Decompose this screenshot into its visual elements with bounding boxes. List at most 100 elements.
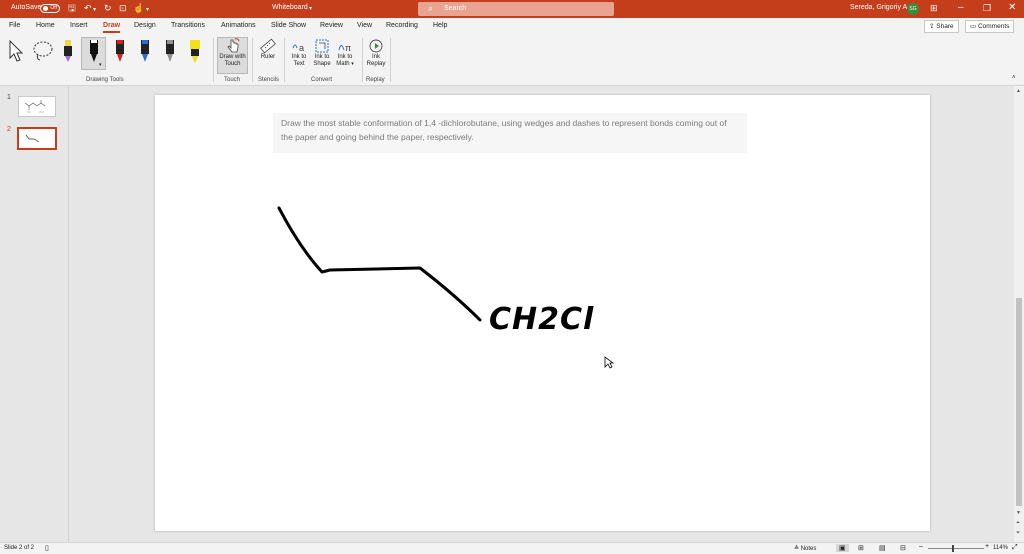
- group-convert-label: Convert: [311, 77, 333, 83]
- close-icon[interactable]: ✕: [1008, 2, 1016, 14]
- avatar[interactable]: SG: [907, 3, 919, 15]
- slideshow-icon[interactable]: ⊟: [900, 544, 906, 552]
- scroll-up-icon[interactable]: ▲: [1016, 88, 1021, 94]
- user-name[interactable]: Sereda, Grigoriy A: [850, 4, 907, 11]
- svg-text:π: π: [345, 43, 351, 53]
- zoom-level[interactable]: 114%: [993, 545, 1008, 551]
- undo-dropdown-icon[interactable]: ▾: [93, 5, 96, 16]
- search-box[interactable]: ⌕ Search: [418, 2, 614, 16]
- tab-insert[interactable]: Insert: [70, 22, 88, 29]
- ink-to-text-button[interactable]: a Ink to Text: [288, 38, 310, 68]
- scroll-down-icon[interactable]: ▼: [1016, 510, 1021, 516]
- autosave-toggle[interactable]: Off: [40, 4, 60, 13]
- ink-to-text-icon: a: [292, 43, 304, 53]
- notes-icon: ≜: [794, 546, 801, 552]
- ink-replay-button[interactable]: Ink Replay: [365, 38, 387, 68]
- ribbon-display-icon[interactable]: ⊞: [930, 2, 938, 14]
- group-separator: [362, 38, 363, 82]
- thumbnail-2-sketch: [25, 134, 40, 143]
- document-title[interactable]: Whiteboard: [272, 4, 308, 11]
- autosave-label: AutoSave: [11, 4, 42, 11]
- tab-view[interactable]: View: [357, 22, 372, 29]
- mouse-cursor-icon: [604, 356, 614, 369]
- ink-stroke-carbon-chain: [277, 206, 482, 322]
- tab-help[interactable]: Help: [433, 22, 447, 29]
- ink-to-shape-button[interactable]: Ink to Shape: [311, 38, 333, 68]
- group-drawing-tools-label: Drawing Tools: [86, 77, 124, 83]
- group-separator: [284, 38, 285, 82]
- menu-bar: File Home Insert Draw Design Transitions…: [0, 18, 1024, 35]
- tab-transitions[interactable]: Transitions: [171, 22, 205, 29]
- reading-view-icon[interactable]: ▤: [879, 544, 886, 552]
- zoom-out-icon[interactable]: –: [919, 543, 923, 550]
- notes-button[interactable]: ≜ Notes: [794, 545, 816, 552]
- ruler-button[interactable]: Ruler: [256, 38, 280, 61]
- tab-draw[interactable]: Draw: [103, 22, 121, 33]
- search-icon: ⌕: [428, 3, 434, 13]
- highlighter-yellow-icon[interactable]: [188, 38, 202, 64]
- vertical-scrollbar[interactable]: ▲ ▼ ⏶ ⏷: [1014, 86, 1024, 542]
- undo-icon[interactable]: ↶: [84, 3, 92, 14]
- touch-mode-icon[interactable]: ☝: [133, 3, 144, 14]
- zoom-in-icon[interactable]: +: [985, 543, 989, 550]
- slide-thumbnail-pane: 1 2: [0, 86, 69, 542]
- restore-icon[interactable]: ❐: [983, 2, 991, 14]
- group-replay-label: Replay: [366, 77, 385, 83]
- customize-toolbar-icon[interactable]: ▾: [146, 5, 149, 16]
- lasso-select-icon[interactable]: [32, 40, 54, 62]
- ink-to-math-button[interactable]: π Ink to Math ▾: [334, 38, 356, 68]
- pen-options-chevron-down-icon[interactable]: ▾: [99, 62, 102, 68]
- save-icon[interactable]: 🖫: [68, 3, 76, 14]
- ink-to-math-chevron-down-icon: ▾: [351, 61, 354, 67]
- collapse-ribbon-icon[interactable]: ˄: [1012, 75, 1016, 81]
- pen-red-icon[interactable]: [113, 38, 127, 64]
- ink-label-ch2cl: CH2Cl: [489, 302, 595, 337]
- thumbnail-1-sketch: [24, 100, 46, 113]
- tab-animations[interactable]: Animations: [221, 22, 256, 29]
- pen-black-icon[interactable]: [87, 38, 101, 64]
- normal-view-icon[interactable]: ▣: [836, 544, 849, 552]
- slide-sorter-icon[interactable]: ⊞: [858, 544, 864, 552]
- svg-text:a: a: [299, 43, 304, 53]
- tab-recording[interactable]: Recording: [386, 22, 418, 29]
- thumbnail-number-selected: 2: [7, 126, 11, 133]
- slide-thumbnail-1[interactable]: [18, 96, 56, 117]
- tab-design[interactable]: Design: [134, 22, 156, 29]
- slide-counter: Slide 2 of 2: [4, 545, 35, 551]
- tab-home[interactable]: Home: [36, 22, 55, 29]
- zoom-slider-track[interactable]: [928, 548, 984, 549]
- zoom-slider-thumb[interactable]: [952, 545, 954, 552]
- pen-beige-icon[interactable]: [61, 38, 75, 64]
- tab-slide-show[interactable]: Slide Show: [271, 22, 306, 29]
- ribbon: ▾ Drawing Tools Draw with Touch Touch Ru…: [0, 35, 1024, 86]
- comments-button[interactable]: ▭ Comments: [965, 20, 1015, 33]
- previous-slide-icon[interactable]: ⏶: [1016, 520, 1020, 526]
- slide-thumbnail-2[interactable]: [17, 127, 57, 150]
- pen-blue-icon[interactable]: [138, 38, 152, 64]
- search-placeholder: Search: [444, 5, 467, 12]
- scrollbar-thumb[interactable]: [1016, 298, 1022, 506]
- ink-to-math-icon: π: [338, 43, 351, 53]
- ink-replay-icon: [369, 39, 383, 53]
- pencil-gray-icon[interactable]: [163, 38, 177, 64]
- tab-review[interactable]: Review: [320, 22, 343, 29]
- tab-file[interactable]: File: [9, 22, 20, 29]
- group-stencils-label: Stencils: [258, 77, 280, 83]
- draw-with-touch-content[interactable]: Draw with Touch: [217, 38, 248, 68]
- accessibility-icon[interactable]: ▯: [45, 544, 49, 552]
- title-dropdown-icon[interactable]: ▾: [309, 5, 312, 12]
- redo-icon[interactable]: ↻: [104, 3, 112, 14]
- hand-touch-icon: [226, 38, 239, 53]
- group-separator: [390, 38, 391, 82]
- status-bar: Slide 2 of 2 ▯ ≜ Notes ▣ ⊞ ▤ ⊟ – + 114% …: [0, 542, 1024, 554]
- fit-to-window-icon[interactable]: ⤢: [1012, 544, 1018, 552]
- slide-canvas[interactable]: Draw the most stable conformation of 1,4…: [155, 95, 930, 531]
- minimize-icon[interactable]: –: [958, 2, 964, 14]
- thumbnail-number: 1: [7, 94, 11, 101]
- ruler-icon: [260, 38, 276, 54]
- group-separator: [252, 38, 253, 82]
- select-arrow-icon[interactable]: [8, 40, 24, 62]
- share-button[interactable]: ⇪ Share: [924, 20, 959, 33]
- present-icon[interactable]: ⊡: [119, 3, 127, 14]
- next-slide-icon[interactable]: ⏷: [1016, 530, 1020, 536]
